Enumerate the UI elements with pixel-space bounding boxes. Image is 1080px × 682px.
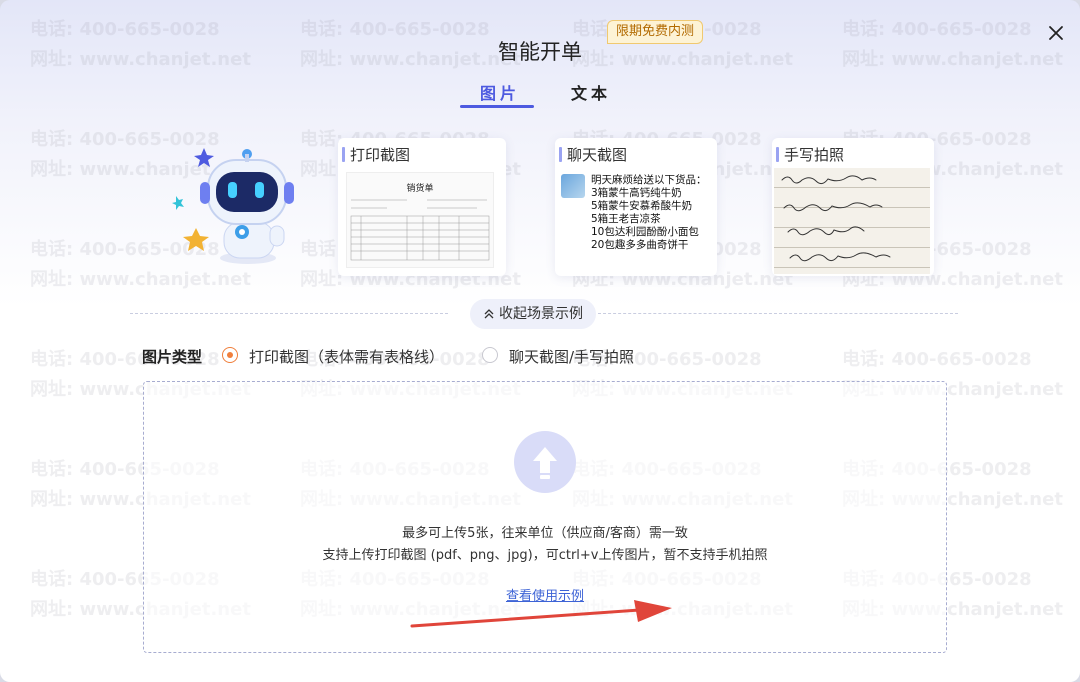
watermark-phone: 电话: 400-665-0028 — [30, 349, 220, 370]
print-receipt-sample: 销货单 — [346, 172, 494, 268]
robot-mascot-icon — [172, 148, 294, 264]
watermark-phone: 电话: 400-665-0028 — [842, 349, 1032, 370]
divider — [130, 313, 448, 314]
dialog-title: 智能开单 — [498, 40, 582, 64]
receipt-title: 销货单 — [406, 184, 434, 194]
chat-line: 3箱蒙牛高钙纯牛奶 — [591, 187, 682, 199]
collapse-examples-label: 收起场景示例 — [499, 306, 583, 322]
receipt-table-graphic — [350, 199, 490, 261]
tab-image[interactable]: 图片 — [480, 80, 520, 104]
chat-line: 10包达利园酚酚小面包 — [591, 226, 699, 238]
chat-sample: 明天麻烦给送以下货品： 3箱蒙牛高钙纯牛奶 5箱蒙牛安慕希酸牛奶 5箱王老吉凉茶… — [561, 174, 711, 268]
chat-line: 明天麻烦给送以下货品： — [591, 174, 707, 186]
radio-chat-handwritten[interactable] — [482, 347, 498, 363]
mode-tabs: 图片 文本 — [460, 80, 640, 112]
handwriting-scribble-graphic — [781, 175, 891, 262]
example-card-print: 打印截图 销货单 — [338, 138, 506, 276]
chevron-up-icon — [484, 309, 494, 319]
annotation-arrow-icon — [410, 600, 672, 628]
divider — [598, 313, 958, 314]
example-print-title: 打印截图 — [341, 146, 411, 164]
chat-line: 20包趣多多曲奇饼干 — [591, 239, 689, 251]
image-type-label: 图片类型 — [142, 348, 203, 366]
handwritten-photo-sample — [774, 168, 930, 274]
chat-bubble: 明天麻烦给送以下货品： 3箱蒙牛高钙纯牛奶 5箱蒙牛安慕希酸牛奶 5箱王老吉凉茶… — [591, 174, 711, 252]
smart-order-dialog: 电话: 400-665-0028 网址: www.chanjet.net 电话: 4… — [0, 0, 1080, 682]
example-card-chat: 聊天截图 明天麻烦给送以下货品： 3箱蒙牛高钙纯牛奶 5箱蒙牛安慕希酸牛奶 5箱… — [555, 138, 717, 276]
active-tab-indicator — [460, 105, 534, 108]
beta-badge: 限期免费内测 — [607, 20, 704, 44]
close-icon[interactable] — [1045, 22, 1067, 44]
example-chat-title: 聊天截图 — [558, 146, 628, 164]
chat-line: 5箱蒙牛安慕希酸牛奶 — [591, 200, 693, 212]
example-card-handwritten: 手写拍照 — [772, 138, 934, 276]
example-handwritten-title: 手写拍照 — [775, 146, 845, 164]
radio-print-screenshot[interactable] — [222, 347, 238, 363]
upload-icon — [514, 431, 576, 493]
upload-hint-line2: 支持上传打印截图 (pdf、png、jpg)，可ctrl+v上传图片，暂不支持手… — [322, 548, 768, 563]
chat-line: 5箱王老吉凉茶 — [591, 213, 661, 225]
avatar — [561, 174, 585, 198]
upload-hint-line1: 最多可上传5张，往来单位（供应商/客商）需一致 — [402, 526, 688, 541]
radio-print-screenshot-label[interactable]: 打印截图（表体需有表格线） — [249, 346, 444, 367]
collapse-examples-button[interactable]: 收起场景示例 — [470, 299, 596, 329]
tab-text[interactable]: 文本 — [571, 80, 611, 104]
radio-chat-handwritten-label[interactable]: 聊天截图/手写拍照 — [509, 346, 634, 367]
